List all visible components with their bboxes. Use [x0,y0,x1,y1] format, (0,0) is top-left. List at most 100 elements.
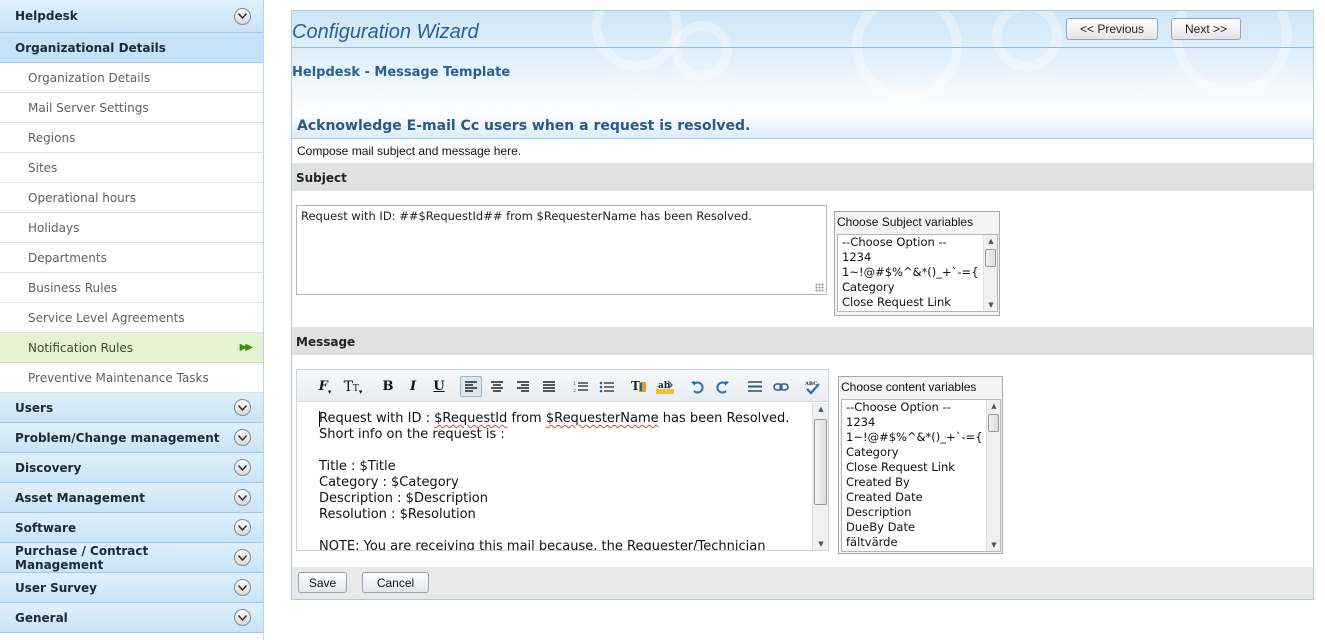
chevron-down-icon[interactable] [234,459,251,476]
resize-grip-icon[interactable] [815,283,824,292]
list-item[interactable]: --Choose Option -- [838,235,997,250]
font-family-icon[interactable]: F ▾ [314,376,336,397]
page-subtitle: Helpdesk - Message Template [292,65,511,80]
message-line: Category : $Category [319,475,459,490]
scrollbar-thumb[interactable] [988,414,999,432]
wizard-banner: Configuration Wizard Helpdesk - Message … [292,11,1313,111]
chevron-down-icon[interactable] [234,519,251,536]
sidebar-item-service-level-agreements[interactable]: Service Level Agreements [0,303,263,333]
bullet-list-icon[interactable] [596,376,618,397]
scrollbar-thumb[interactable] [814,419,827,505]
sidebar-item-mail-server-settings[interactable]: Mail Server Settings [0,93,263,123]
redo-icon[interactable] [712,376,734,397]
sidebar-item-operational-hours[interactable]: Operational hours [0,183,263,213]
previous-button[interactable]: << Previous [1066,18,1159,40]
scrollbar[interactable]: ▲ ▼ [986,400,1000,551]
scroll-up-icon[interactable]: ▲ [987,400,1000,412]
scroll-down-icon[interactable]: ▼ [987,539,1000,551]
numbered-list-icon[interactable]: 12 [570,376,592,397]
align-right-icon[interactable] [512,376,534,397]
list-item[interactable]: Close Request Link [842,460,1000,475]
chevron-down-icon[interactable] [234,489,251,506]
underline-icon[interactable]: U [428,376,450,397]
sidebar-item-holidays[interactable]: Holidays [0,213,263,243]
list-item[interactable]: Created By [842,475,1000,490]
chevron-down-icon[interactable] [234,399,251,416]
next-button[interactable]: Next >> [1171,18,1242,40]
undo-icon[interactable] [686,376,708,397]
svg-text:T: T [631,379,640,393]
sidebar-section-general[interactable]: General [0,603,263,633]
sidebar-section-software[interactable]: Software [0,513,263,543]
list-item[interactable]: Description [842,505,1000,520]
sidebar-section-problem-change[interactable]: Problem/Change management [0,423,263,453]
horizontal-rule-icon[interactable] [744,376,766,397]
chevron-down-icon[interactable] [234,429,251,446]
cancel-button[interactable]: Cancel [362,572,429,593]
sidebar-item-organization-details[interactable]: Organization Details [0,63,263,93]
subject-input[interactable]: Request with ID: ##$RequestId## from $Re… [296,205,827,295]
sidebar-item-sites[interactable]: Sites [0,153,263,183]
sidebar-item-preventive-maintenance-tasks[interactable]: Preventive Maintenance Tasks [0,363,263,393]
scroll-up-icon[interactable]: ▲ [813,403,828,415]
chevron-down-icon[interactable] [234,7,251,25]
sidebar-section-discovery[interactable]: Discovery [0,453,263,483]
list-item[interactable]: 1234 [838,250,997,265]
list-item[interactable]: 1~!@#$%^&*()_+`-={ [838,265,997,280]
sidebar-item-label: Sites [28,160,58,175]
scrollbar[interactable]: ▲ ▼ [983,235,997,311]
chevron-down-icon[interactable] [234,549,251,566]
sidebar-item-label: Holidays [28,220,80,235]
message-line: NOTE: You are receiving this mail becaus… [319,539,766,550]
message-line: Request with ID : $RequestId from $Reque… [319,411,805,427]
list-item[interactable]: Created Date [842,490,1000,505]
sidebar-item-label: Regions [28,130,76,145]
sidebar-section-purchase-contract[interactable]: Purchase / Contract Management [0,543,263,573]
content-variables-list[interactable]: --Choose Option -- 1234 1~!@#$%^&*()_+`-… [841,399,1001,552]
sidebar-item-label: Organization Details [28,70,151,85]
italic-icon[interactable]: I [402,376,424,397]
justify-icon[interactable] [538,376,560,397]
chevron-down-icon[interactable] [234,579,251,596]
scroll-up-icon[interactable]: ▲ [984,235,997,247]
svg-text:ab: ab [658,381,670,391]
sidebar-item-regions[interactable]: Regions [0,123,263,153]
sidebar-section-user-survey[interactable]: User Survey [0,573,263,603]
align-left-icon[interactable] [460,376,482,397]
sidebar-item-business-rules[interactable]: Business Rules [0,273,263,303]
list-item[interactable]: 1~!@#$%^&*()_+`-={ [842,430,1000,445]
message-editor[interactable]: F ▾ T T ▾ B I U 12 T ab ABC Request with ID… [296,369,829,551]
sidebar-section-label: Discovery [15,460,82,475]
align-center-icon[interactable] [486,376,508,397]
scrollbar[interactable]: ▲ ▼ [812,403,828,550]
list-item[interactable]: Category [838,280,997,295]
sidebar-item-notification-rules[interactable]: Notification Rules ▶▶ [0,333,263,363]
insert-link-icon[interactable] [770,376,792,397]
subject-variables-list[interactable]: --Choose Option -- 1234 1~!@#$%^&*()_+`-… [837,234,998,312]
banner-decoration [592,11,682,71]
sidebar-section-organizational-details[interactable]: Organizational Details [0,33,263,63]
spellcheck-icon[interactable]: ABC [802,376,824,397]
background-color-icon[interactable]: ab [654,376,676,397]
list-item[interactable]: DueBy Date [842,520,1000,535]
scrollbar-thumb[interactable] [985,249,996,267]
sidebar-item-departments[interactable]: Departments [0,243,263,273]
list-item[interactable]: 1234 [842,415,1000,430]
list-item[interactable]: Close Request Link [838,295,997,310]
sidebar-section-users[interactable]: Users [0,393,263,423]
scroll-down-icon[interactable]: ▼ [984,299,997,311]
list-item[interactable]: --Choose Option -- [842,400,1000,415]
message-textarea[interactable]: Request with ID : $RequestId from $Reque… [297,403,828,550]
bold-icon[interactable]: B [377,376,399,397]
font-size-icon[interactable]: T T ▾ [342,376,364,397]
text-color-icon[interactable]: T [628,376,650,397]
list-item[interactable]: Category [842,445,1000,460]
section-title: Acknowledge E-mail Cc users when a reque… [292,114,1313,139]
sidebar-section-helpdesk[interactable]: Helpdesk [0,0,263,33]
sidebar-section-asset-management[interactable]: Asset Management [0,483,263,513]
message-variable: $RequestId [434,411,508,426]
list-item[interactable]: fältvärde [842,535,1000,550]
save-button[interactable]: Save [298,572,347,593]
chevron-down-icon[interactable] [234,609,251,626]
scroll-down-icon[interactable]: ▼ [813,538,828,550]
